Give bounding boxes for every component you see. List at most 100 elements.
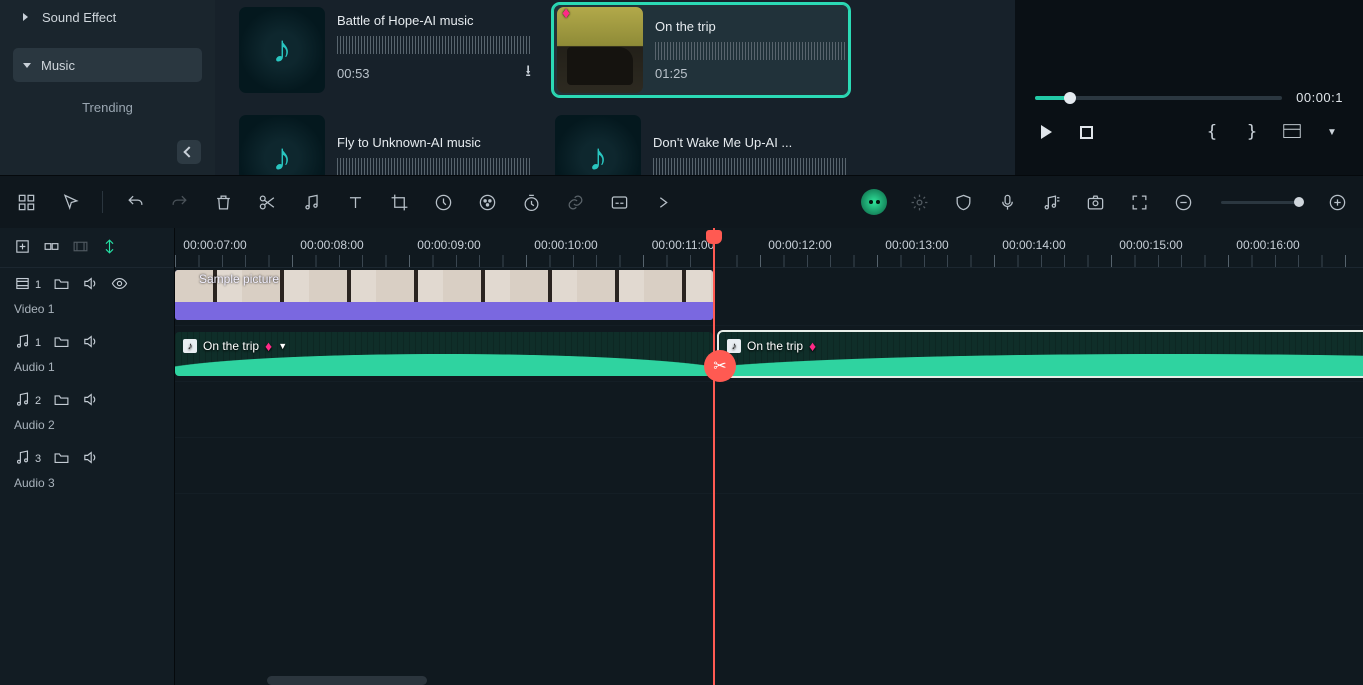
music-duration: 00:53 — [337, 66, 370, 81]
lane-audio-2[interactable] — [175, 382, 1363, 438]
sidebar-subcategory-trending[interactable]: Trending — [13, 100, 202, 115]
music-title: Fly to Unknown-AI music — [337, 135, 531, 150]
premium-gem-icon: ♦ — [562, 5, 570, 23]
crop-button[interactable] — [387, 190, 411, 214]
zoom-slider[interactable] — [1221, 201, 1299, 204]
duration-button[interactable] — [519, 190, 543, 214]
ruler-tick: 00:00:12:00 — [768, 238, 831, 252]
track-label: Audio 2 — [0, 418, 174, 442]
ai-assistant-button[interactable] — [861, 189, 887, 215]
mute-button[interactable] — [82, 449, 99, 469]
undo-button[interactable] — [123, 190, 147, 214]
more-tools-button[interactable] — [651, 190, 675, 214]
preview-seek-slider[interactable] — [1035, 96, 1282, 100]
waveform-icon — [337, 36, 531, 54]
lane-audio-1[interactable]: ♪On the trip♦▼♪On the trip♦ — [175, 326, 1363, 382]
lane-audio-3[interactable] — [175, 438, 1363, 494]
track-header-audio2: 2 — [0, 384, 174, 418]
zoom-in-button[interactable] — [1325, 190, 1349, 214]
mark-in-button[interactable]: { — [1201, 121, 1223, 143]
track-header-audio1: 1 — [0, 326, 174, 360]
toolbar-separator — [102, 191, 103, 213]
chevron-down-icon[interactable]: ▼ — [1321, 121, 1343, 143]
sidebar-item-label: Music — [41, 58, 75, 73]
music-card[interactable]: Fly to Unknown-AI music — [235, 110, 535, 175]
stop-button[interactable] — [1075, 121, 1097, 143]
music-card[interactable]: Battle of Hope-AI music 00:53 ⭳ — [235, 2, 535, 98]
video-clip[interactable]: Sample picture — [175, 270, 713, 320]
music-adjust-button[interactable] — [299, 190, 323, 214]
mute-button[interactable] — [82, 275, 99, 295]
speed-button[interactable] — [431, 190, 455, 214]
playhead[interactable] — [713, 228, 715, 685]
mark-out-button[interactable]: } — [1241, 121, 1263, 143]
redo-button[interactable] — [167, 190, 191, 214]
folder-icon[interactable] — [53, 333, 70, 353]
play-icon — [1041, 125, 1052, 139]
pointer-tool-button[interactable] — [58, 190, 82, 214]
audio-clip-title: On the trip — [203, 339, 259, 353]
timeline-scrollbar[interactable] — [267, 676, 427, 685]
folder-icon[interactable] — [53, 391, 70, 411]
folder-icon[interactable] — [53, 275, 70, 295]
music-card[interactable]: ♦On the trip01:25 — [551, 2, 851, 98]
audio-mixer-button[interactable] — [1039, 190, 1063, 214]
zoom-out-button[interactable] — [1171, 190, 1195, 214]
folder-icon[interactable] — [53, 449, 70, 469]
text-tool-button[interactable] — [343, 190, 367, 214]
audio-clip[interactable]: ♪On the trip♦ — [719, 332, 1363, 376]
download-button[interactable]: ⭳ — [525, 60, 531, 87]
link-tracks-button[interactable] — [43, 238, 60, 258]
music-title: Battle of Hope-AI music — [337, 13, 531, 28]
color-button[interactable] — [475, 190, 499, 214]
split-button[interactable] — [255, 190, 279, 214]
snapshot-button[interactable] — [1083, 190, 1107, 214]
sidebar-item-sound-effect[interactable]: Sound Effect — [13, 0, 202, 34]
premium-gem-icon: ♦ — [265, 338, 272, 354]
film-icon — [14, 275, 31, 295]
sidebar-item-music[interactable]: Music — [13, 48, 202, 82]
visibility-button[interactable] — [111, 275, 128, 295]
auto-ripple-button[interactable] — [101, 238, 118, 258]
marker-button[interactable] — [72, 238, 89, 258]
mute-button[interactable] — [82, 333, 99, 353]
track-number: 1 — [35, 279, 41, 291]
editor-toolbar — [0, 175, 1363, 228]
music-card[interactable]: Don't Wake Me Up-AI ... — [551, 110, 851, 175]
play-button[interactable] — [1035, 121, 1057, 143]
waveform-icon — [337, 158, 531, 176]
chevron-down-icon[interactable]: ▼ — [278, 341, 287, 351]
music-note-icon: ♪ — [727, 339, 741, 353]
voiceover-button[interactable] — [995, 190, 1019, 214]
fit-zoom-button[interactable] — [1127, 190, 1151, 214]
layout-grid-button[interactable] — [14, 190, 38, 214]
collapse-sidebar-button[interactable] — [177, 140, 201, 164]
ruler-tick: 00:00:14:00 — [1002, 238, 1065, 252]
layout-dropdown[interactable] — [1281, 121, 1303, 143]
music-note-icon — [14, 333, 31, 353]
subtitle-button[interactable] — [607, 190, 631, 214]
add-track-button[interactable] — [14, 238, 31, 258]
ruler-tick: 00:00:10:00 — [534, 238, 597, 252]
audio-clip[interactable]: ♪ On the trip ♦ ▼ — [175, 332, 713, 376]
delete-button[interactable] — [211, 190, 235, 214]
music-note-icon — [14, 391, 31, 411]
effects-button[interactable] — [907, 190, 931, 214]
track-header-audio3: 3 — [0, 442, 174, 476]
ruler-tick: 00:00:11:00 — [652, 238, 715, 252]
preview-timecode: 00:00:1 — [1296, 90, 1343, 105]
cut-at-playhead-button[interactable]: ✂ — [704, 350, 736, 382]
caret-down-icon — [23, 63, 31, 68]
music-title: Don't Wake Me Up-AI ... — [653, 135, 847, 150]
time-ruler[interactable]: 00:00:07:0000:00:08:0000:00:09:0000:00:1… — [175, 228, 1363, 268]
link-button[interactable] — [563, 190, 587, 214]
track-number: 2 — [35, 395, 41, 407]
sidebar-item-label: Sound Effect — [42, 10, 116, 25]
ruler-tick: 00:00:16:00 — [1236, 238, 1299, 252]
protect-button[interactable] — [951, 190, 975, 214]
caret-right-icon — [23, 13, 32, 21]
track-area[interactable]: 00:00:07:0000:00:08:0000:00:09:0000:00:1… — [175, 228, 1363, 685]
mute-button[interactable] — [82, 391, 99, 411]
lane-video-1[interactable]: Sample picture — [175, 268, 1363, 326]
music-note-icon: ♪ — [183, 339, 197, 353]
